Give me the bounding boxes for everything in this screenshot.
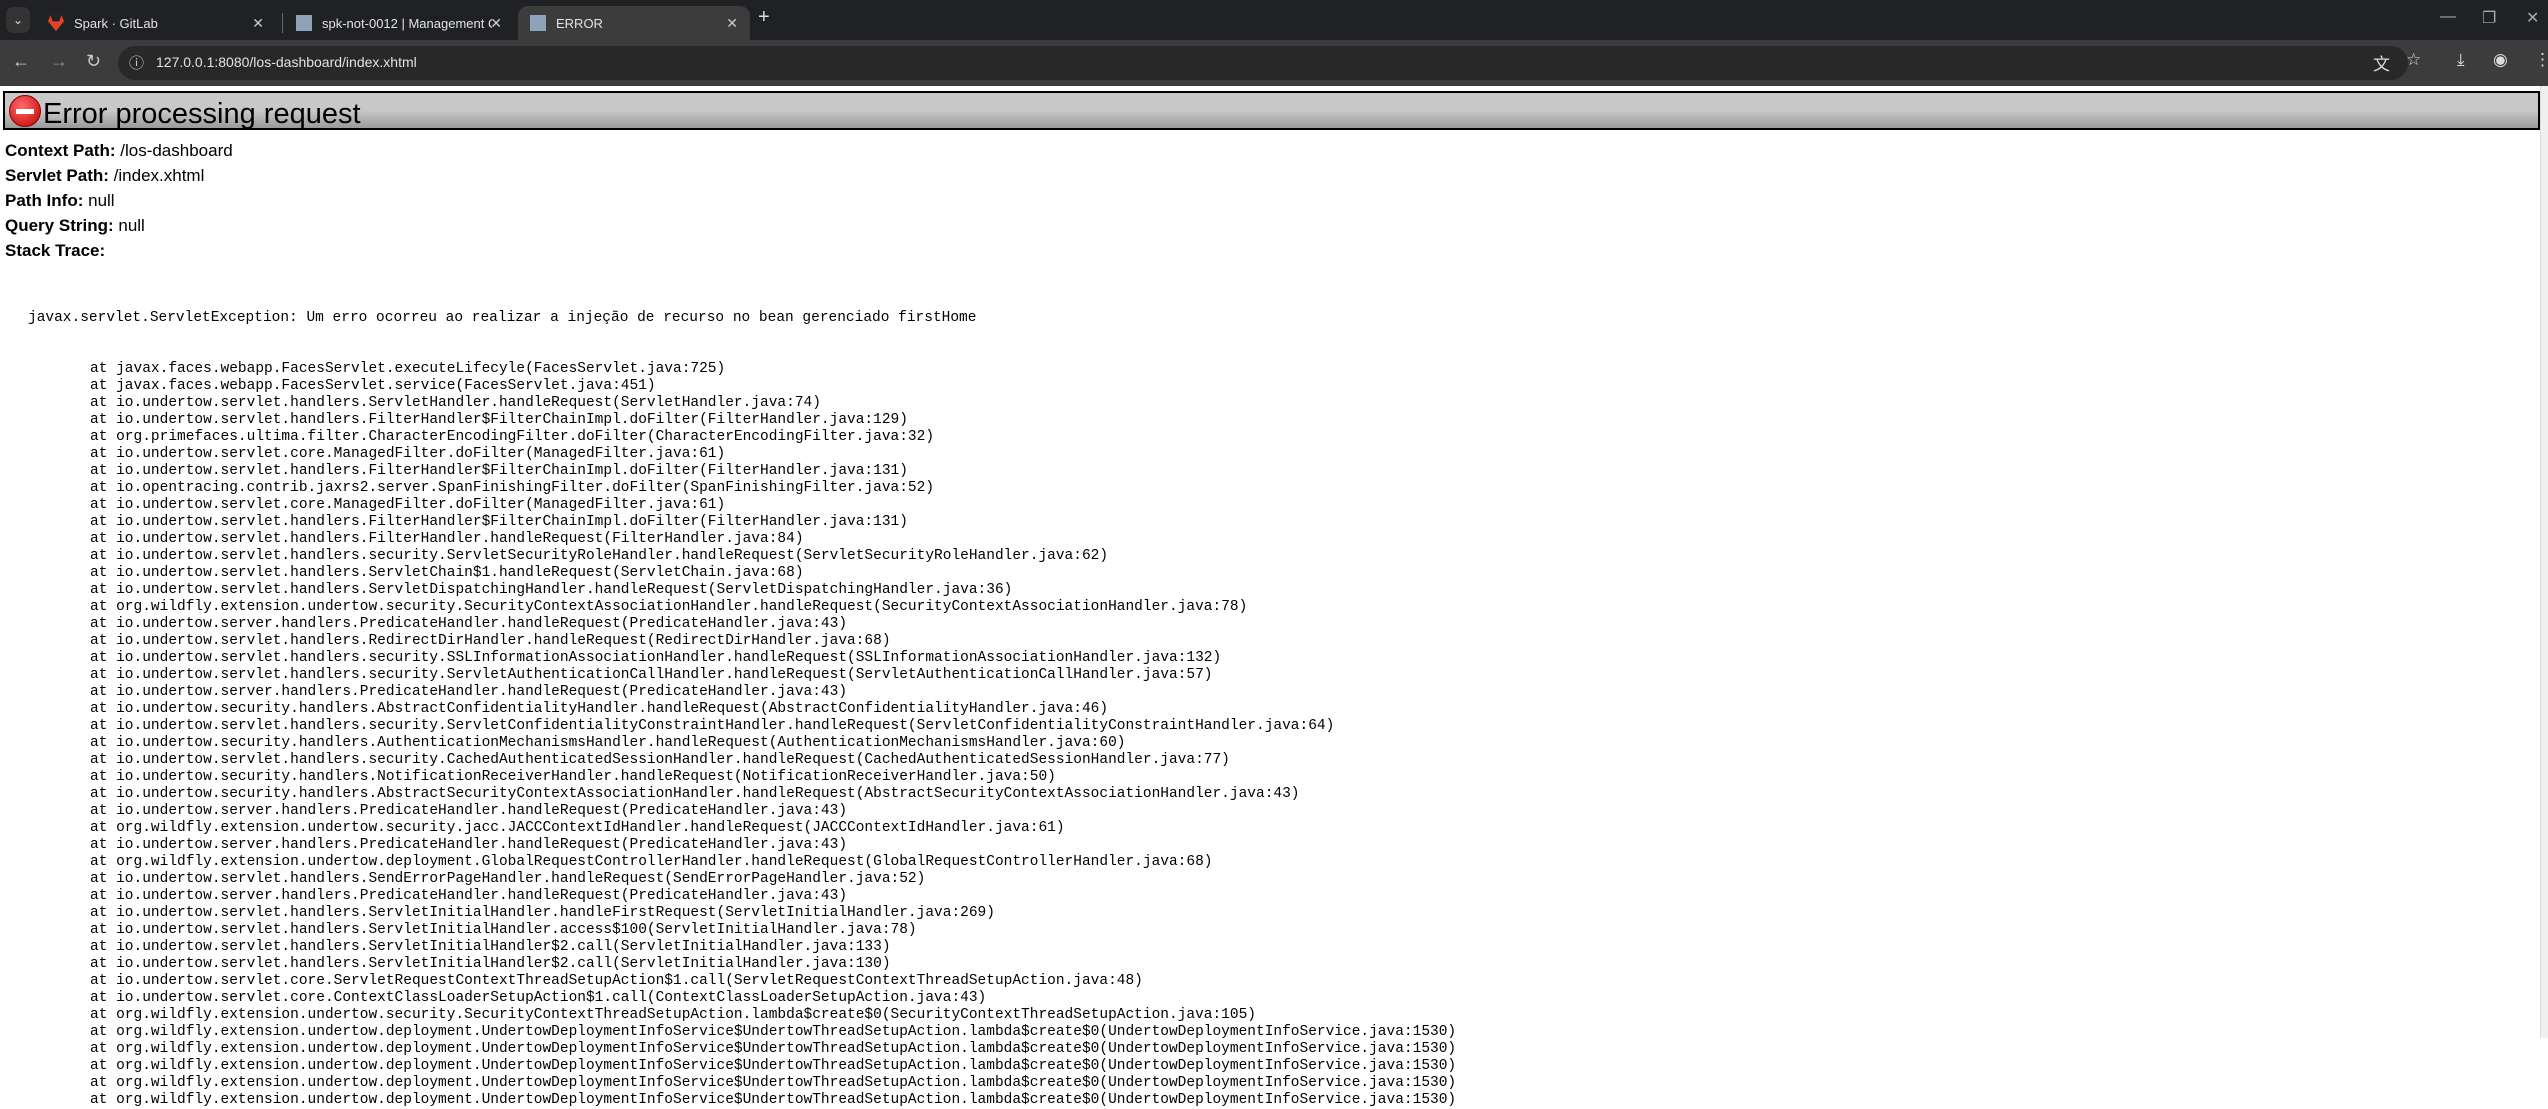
minimize-button[interactable]: — [2440, 8, 2456, 26]
stack-frame: at io.undertow.servlet.core.ManagedFilte… [90, 497, 726, 513]
label: Path Info: [5, 191, 84, 210]
stack-frame: at io.undertow.servlet.handlers.security… [90, 548, 1109, 564]
error-header: Error processing request [3, 91, 2540, 130]
stack-frame: at javax.faces.webapp.FacesServlet.execu… [90, 361, 726, 377]
restore-button[interactable]: ❐ [2482, 8, 2496, 28]
forward-button[interactable]: → [50, 51, 68, 72]
stack-trace-label: Stack Trace: [5, 241, 105, 261]
value: /los-dashboard [120, 141, 233, 160]
close-window-button[interactable]: ✕ [2526, 8, 2539, 28]
back-button[interactable]: ← [12, 51, 30, 72]
stack-frame: at io.undertow.servlet.handlers.ServletI… [90, 905, 995, 921]
stack-frame: at org.wildfly.extension.undertow.deploy… [90, 1092, 1457, 1108]
stack-frame: at io.undertow.server.handlers.Predicate… [90, 837, 848, 853]
stack-frame: at io.undertow.server.handlers.Predicate… [90, 684, 848, 700]
browser-toolbar: ← → ↻ ⓘ 127.0.0.1:8080/los-dashboard/ind… [0, 40, 2548, 86]
page-content: Error processing request Context Path: /… [0, 86, 2548, 1108]
stack-trace: javax.servlet.ServletException: Um erro … [28, 276, 1456, 1109]
path-info: Path Info: null [5, 191, 115, 211]
stack-frame: at io.undertow.security.handlers.Authent… [90, 735, 1126, 751]
page-title: Error processing request [43, 98, 361, 130]
stack-frame: at io.undertow.servlet.handlers.Redirect… [90, 633, 891, 649]
stack-frame: at io.undertow.servlet.handlers.FilterHa… [90, 412, 908, 428]
stack-frame: at org.wildfly.extension.undertow.deploy… [90, 1041, 1457, 1057]
label: Context Path: [5, 141, 116, 160]
tab-title: Spark · GitLab [74, 15, 158, 31]
bookmark-star-icon[interactable]: ☆ [2406, 50, 2421, 70]
wildfly-icon [530, 15, 546, 31]
stack-frame: at org.wildfly.extension.undertow.deploy… [90, 1058, 1457, 1074]
stack-frame: at io.undertow.security.handlers.Abstrac… [90, 786, 1300, 802]
menu-icon[interactable]: ⋮ [2534, 50, 2548, 70]
new-tab-button[interactable]: + [758, 6, 770, 29]
stack-frame: at io.undertow.servlet.core.ServletReque… [90, 973, 1143, 989]
stack-frame: at javax.faces.webapp.FacesServlet.servi… [90, 378, 656, 394]
stack-frame: at io.undertow.servlet.core.ManagedFilte… [90, 446, 726, 462]
stack-frame: at org.wildfly.extension.undertow.deploy… [90, 1075, 1457, 1091]
stack-frame: at io.undertow.servlet.handlers.FilterHa… [90, 514, 908, 530]
close-tab-icon[interactable]: ✕ [252, 15, 264, 32]
stack-frame: at io.undertow.servlet.handlers.security… [90, 650, 1222, 666]
tab-strip: ⌄ Spark · GitLab ✕ spk-not-0012 | Manage… [0, 0, 2548, 40]
value: /index.xhtml [113, 166, 205, 185]
stack-frame: at io.undertow.security.handlers.Abstrac… [90, 701, 1109, 717]
site-info-icon[interactable]: ⓘ [129, 52, 144, 73]
tab-title: spk-not-0012 | Management Co [322, 15, 492, 31]
exception-message: javax.servlet.ServletException: Um erro … [28, 310, 977, 326]
close-tab-icon[interactable]: ✕ [726, 15, 738, 32]
reload-button[interactable]: ↻ [86, 51, 101, 72]
stack-frame: at io.undertow.servlet.core.ContextClass… [90, 990, 987, 1006]
stack-frame: at io.undertow.servlet.handlers.SendErro… [90, 871, 926, 887]
stack-frame: at io.undertow.servlet.handlers.ServletD… [90, 582, 1013, 598]
label: Query String: [5, 216, 114, 235]
stack-frame: at io.undertow.server.handlers.Predicate… [90, 803, 848, 819]
tab-search-button[interactable]: ⌄ [6, 7, 30, 33]
stack-frame: at org.wildfly.extension.undertow.securi… [90, 1007, 1256, 1023]
tab-management-console[interactable]: spk-not-0012 | Management Co ✕ [284, 6, 514, 40]
stack-frame: at io.undertow.server.handlers.Predicate… [90, 616, 848, 632]
context-path: Context Path: /los-dashboard [5, 141, 233, 161]
gitlab-icon [48, 15, 64, 31]
value: null [118, 216, 145, 235]
tab-divider [282, 13, 283, 33]
vertical-scrollbar[interactable] [2540, 86, 2548, 1038]
stack-frame: at org.wildfly.extension.undertow.securi… [90, 820, 1065, 836]
servlet-path: Servlet Path: /index.xhtml [5, 166, 204, 186]
stack-frame: at org.wildfly.extension.undertow.deploy… [90, 1024, 1457, 1040]
stack-frame: at io.undertow.servlet.handlers.ServletI… [90, 939, 891, 955]
label: Servlet Path: [5, 166, 109, 185]
stack-frame: at io.undertow.servlet.handlers.security… [90, 667, 1213, 683]
url-text[interactable]: 127.0.0.1:8080/los-dashboard/index.xhtml [156, 54, 417, 70]
stack-frame: at org.wildfly.extension.undertow.securi… [90, 599, 1248, 615]
stack-frame: at io.undertow.servlet.handlers.security… [90, 718, 1335, 734]
stack-frame: at io.undertow.servlet.handlers.ServletC… [90, 565, 804, 581]
stack-frame: at io.undertow.servlet.handlers.ServletI… [90, 922, 917, 938]
wildfly-icon [296, 15, 312, 31]
stack-frame: at org.wildfly.extension.undertow.deploy… [90, 854, 1213, 870]
translate-icon[interactable]: 文 [2373, 50, 2390, 75]
profile-icon[interactable]: ◉ [2493, 50, 2508, 70]
tab-title: ERROR [556, 15, 603, 31]
value: null [88, 191, 115, 210]
stack-frame: at io.undertow.servlet.handlers.ServletI… [90, 956, 891, 972]
stack-frame: at io.undertow.servlet.handlers.FilterHa… [90, 531, 804, 547]
stack-frame: at io.undertow.servlet.handlers.FilterHa… [90, 463, 908, 479]
query-string: Query String: null [5, 216, 145, 236]
stack-frame: at io.undertow.servlet.handlers.ServletH… [90, 395, 821, 411]
label: Stack Trace: [5, 241, 106, 260]
close-tab-icon[interactable]: ✕ [490, 15, 502, 32]
stack-frame: at io.undertow.server.handlers.Predicate… [90, 888, 848, 904]
stack-frame: at io.undertow.security.handlers.Notific… [90, 769, 1056, 785]
stack-frame: at io.undertow.servlet.handlers.security… [90, 752, 1230, 768]
download-icon[interactable]: ⤓ [2457, 50, 2465, 70]
error-stop-icon [9, 94, 41, 127]
address-bar[interactable] [118, 46, 2408, 80]
stack-frame: at io.opentracing.contrib.jaxrs2.server.… [90, 480, 935, 496]
tab-gitlab[interactable]: Spark · GitLab ✕ [36, 6, 276, 40]
stack-frame: at org.primefaces.ultima.filter.Characte… [90, 429, 935, 445]
tab-error[interactable]: ERROR ✕ [518, 6, 750, 40]
